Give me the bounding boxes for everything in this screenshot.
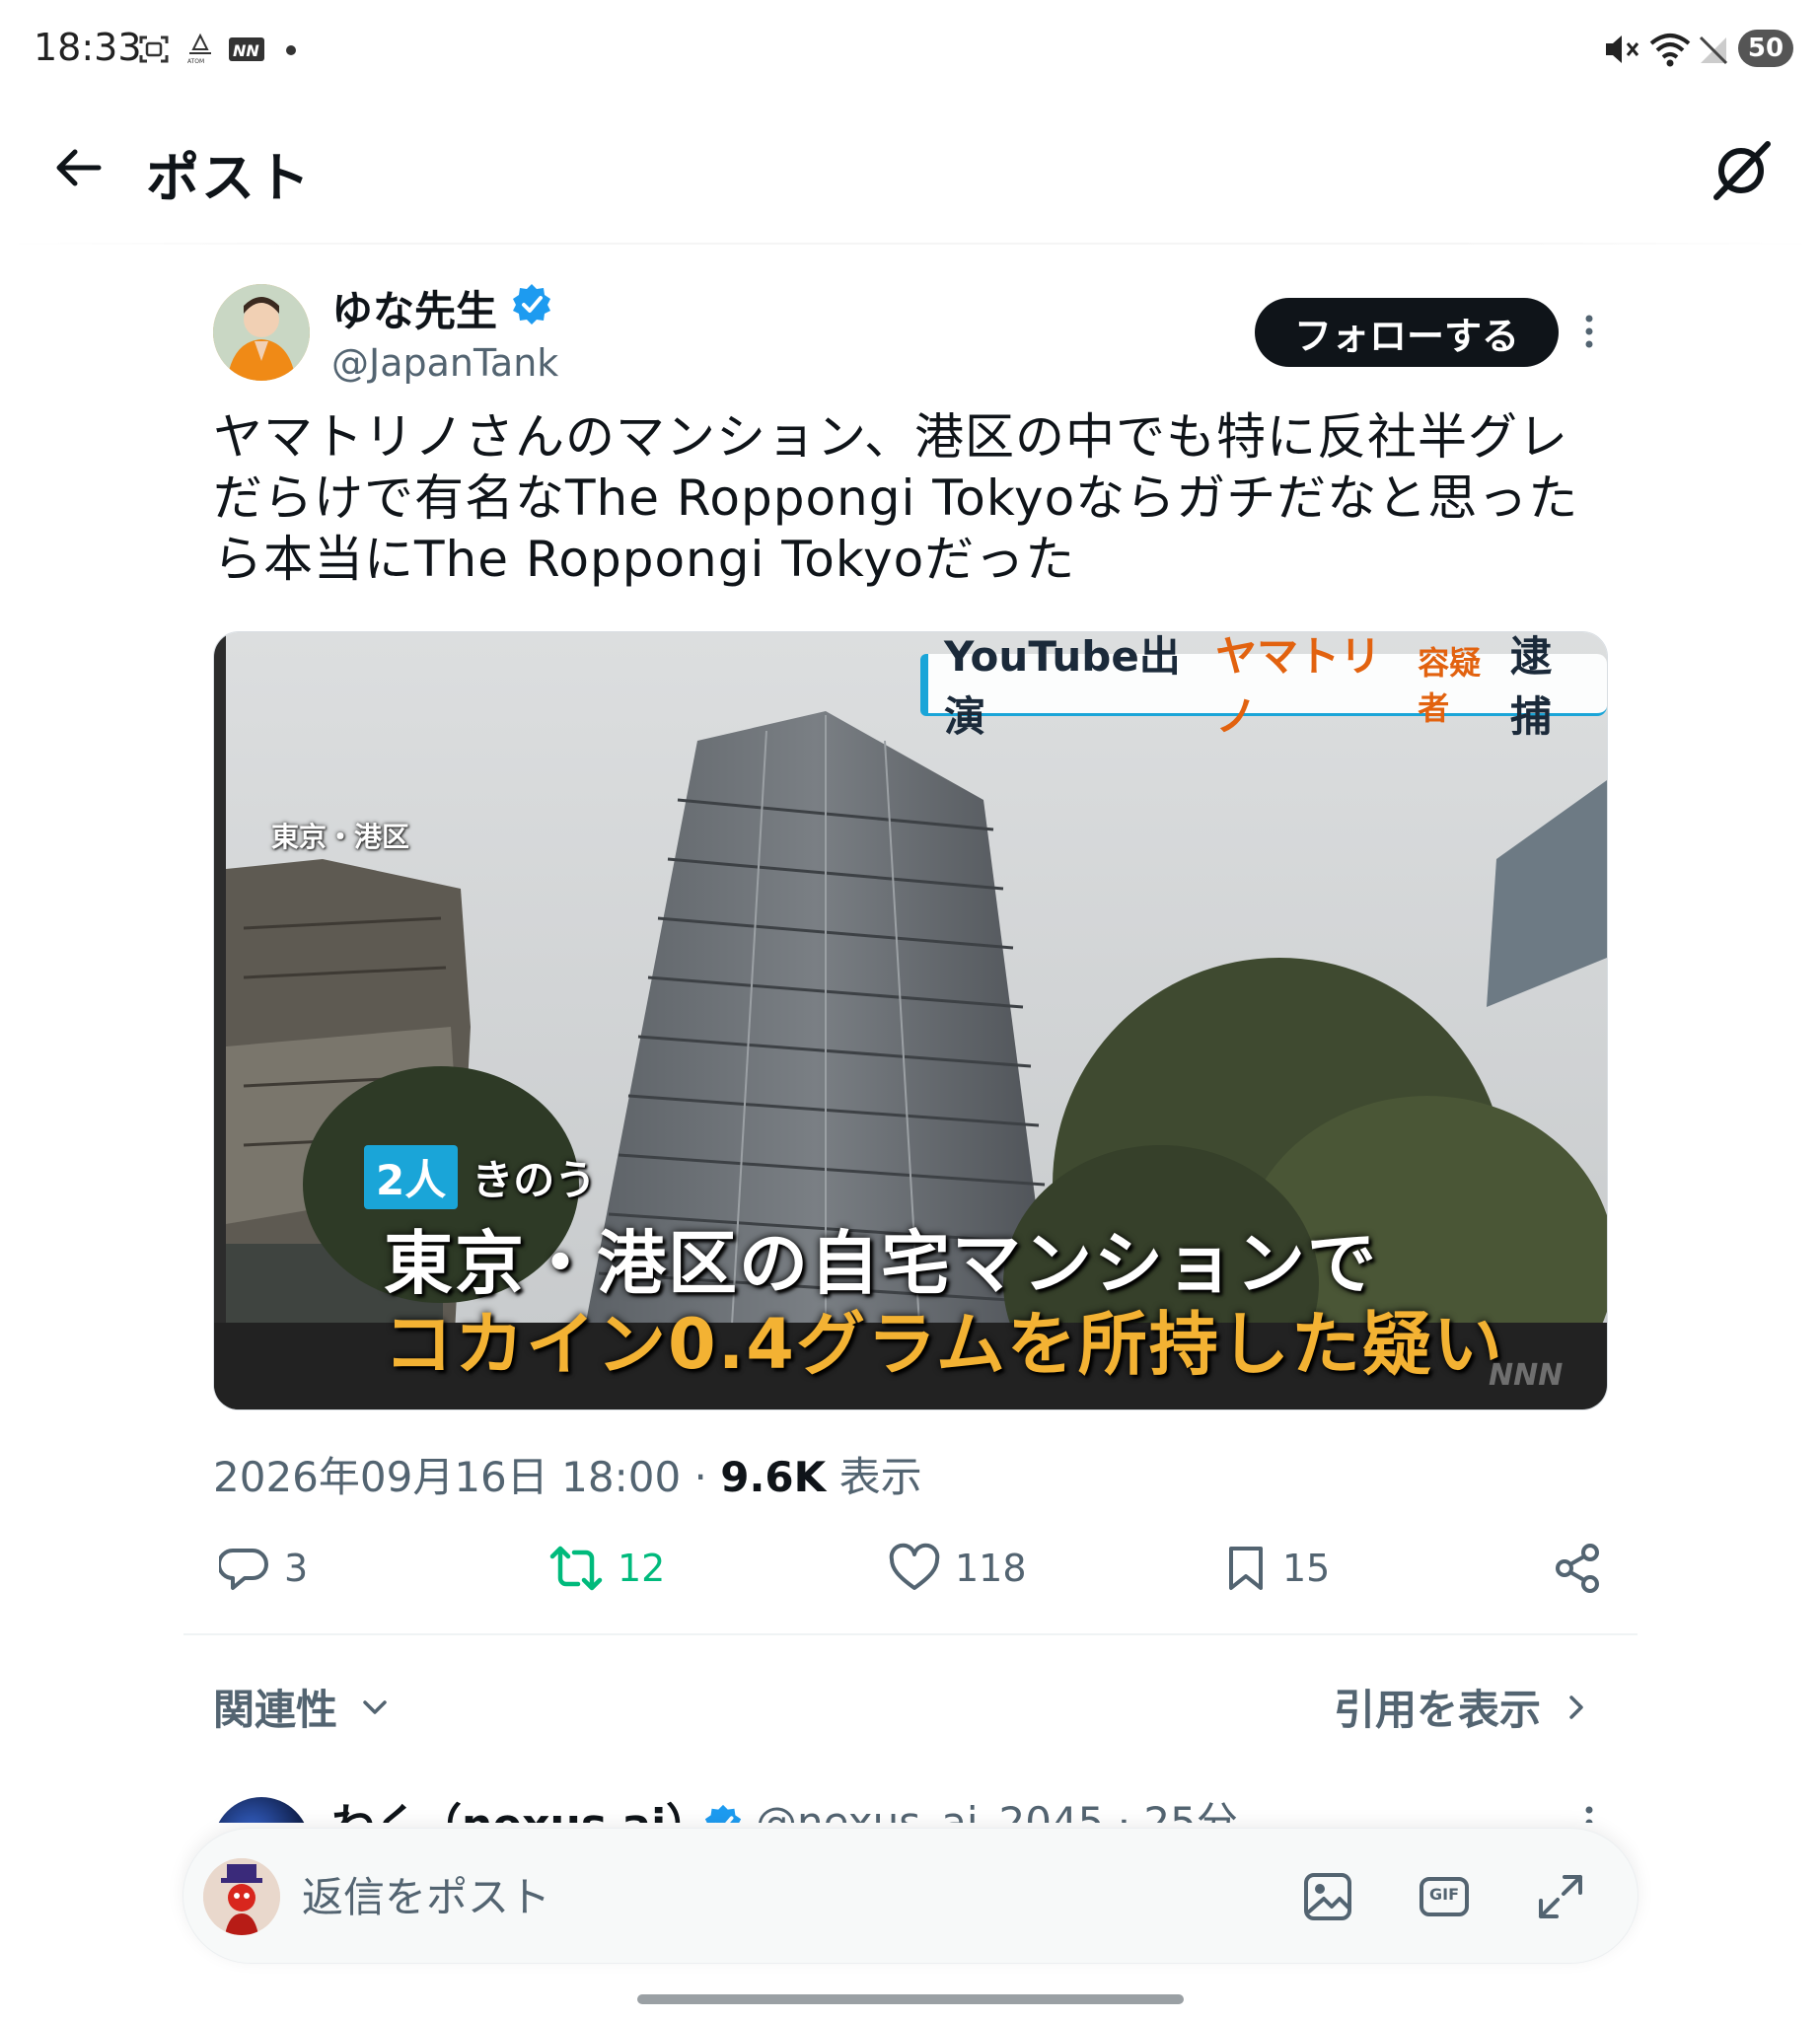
my-avatar[interactable] <box>203 1858 280 1935</box>
news-location: 東京・港区 <box>271 821 410 853</box>
news-when: きのう <box>472 1156 597 1204</box>
retweet-count: 12 <box>618 1547 666 1590</box>
author-avatar[interactable] <box>213 284 310 381</box>
post-media[interactable]: YouTube出演 ヤマトリノ 容疑者 逮捕 東京・港区 2人 きのう 東京・港区の自… <box>213 631 1608 1410</box>
verified-badge-icon <box>704 1804 742 1823</box>
like-button[interactable]: 118 <box>888 1539 1027 1598</box>
battery-icon: 50 <box>1738 30 1793 67</box>
author-handle[interactable]: @JapanTank <box>331 341 558 385</box>
news-watermark: NNN <box>1489 1358 1564 1393</box>
expand-icon[interactable] <box>1531 1867 1590 1926</box>
header-divider <box>0 243 1820 245</box>
view-quotes-link[interactable]: 引用を表示 <box>1334 1677 1596 1737</box>
nnn-icon: NN <box>229 37 264 61</box>
share-icon <box>1556 1544 1599 1593</box>
reply-button[interactable]: 3 <box>219 1539 308 1598</box>
chevron-down-icon <box>363 1699 387 1714</box>
reply-avatar[interactable] <box>213 1797 310 1823</box>
news-headline: YouTube出演 ヤマトリノ 容疑者 逮捕 <box>920 632 1607 741</box>
status-time: 18:33 <box>34 26 142 69</box>
gif-label: GIF <box>1428 1885 1459 1904</box>
actions-divider <box>183 1633 1638 1635</box>
atom-icon: ATOM <box>187 33 211 65</box>
reply-icon <box>219 1549 268 1590</box>
post-meta: 2026年09月16日 18:00 · 9.6K 表示 <box>213 1444 922 1504</box>
verified-badge-icon <box>513 284 550 325</box>
follow-button[interactable]: フォローする <box>1255 298 1559 367</box>
people-badge: 2人 <box>364 1145 459 1209</box>
bookmark-count: 15 <box>1282 1547 1331 1590</box>
image-icon[interactable] <box>1298 1867 1357 1926</box>
reply-item[interactable]: わく（nexus ai） @nexus_ai_2045 · 25分 <box>0 1775 1820 1823</box>
reply-author-name[interactable]: わく（nexus ai） <box>331 1789 709 1823</box>
chevron-right-icon <box>1569 1695 1583 1719</box>
post-text: ヤマトリノさんのマンション、港区の中でも特に反社半グレだらけで有名なThe Ro… <box>213 408 1579 588</box>
gesture-bar[interactable] <box>637 1994 1184 2004</box>
retweet-icon <box>549 1546 603 1591</box>
view-quotes-label: 引用を表示 <box>1334 1686 1542 1734</box>
heart-icon <box>889 1543 940 1590</box>
reply-handle-time: @nexus_ai_2045 · 25分 <box>756 1798 1238 1823</box>
bookmark-icon <box>1229 1547 1263 1590</box>
battery-level: 50 <box>1747 34 1784 63</box>
status-bar: 18:33 ATOM NN 50 <box>0 0 1820 99</box>
screenshot-icon <box>139 36 169 63</box>
author-name[interactable]: ゆな先生 <box>331 278 497 338</box>
back-button[interactable] <box>47 136 110 199</box>
gif-button[interactable]: GIF <box>1415 1867 1474 1926</box>
more-options-icon[interactable] <box>1574 310 1604 353</box>
retweet-button[interactable]: 12 <box>548 1539 665 1598</box>
like-count: 118 <box>955 1547 1027 1590</box>
bookmark-button[interactable]: 15 <box>1223 1539 1330 1598</box>
no-signal-icon <box>1699 36 1728 65</box>
sort-dropdown[interactable]: 関連性 <box>213 1677 395 1737</box>
post-timestamp[interactable]: 2026年09月16日 18:00 <box>213 1453 681 1501</box>
svg-text:NN: NN <box>233 41 259 60</box>
mute-icon <box>1606 36 1639 63</box>
reply-input[interactable] <box>302 1866 1190 1927</box>
share-button[interactable] <box>1553 1539 1618 1598</box>
svg-text:ATOM: ATOM <box>187 58 204 65</box>
wifi-icon <box>1649 34 1691 67</box>
grok-icon[interactable] <box>1707 136 1776 205</box>
sort-label: 関連性 <box>213 1686 338 1734</box>
meta-separator: · <box>693 1453 707 1501</box>
reply-count: 3 <box>284 1547 309 1590</box>
more-options-icon[interactable] <box>1574 1801 1604 1823</box>
news-caption-line2: コカイン0.4グラムを所持した疑い <box>384 1304 1504 1385</box>
dot-icon <box>286 45 296 55</box>
news-subtitle-row: 2人 きのう <box>364 1145 596 1209</box>
views-label: 表示 <box>838 1453 922 1501</box>
page-title: ポスト <box>146 147 312 209</box>
views-count: 9.6K <box>720 1453 827 1501</box>
